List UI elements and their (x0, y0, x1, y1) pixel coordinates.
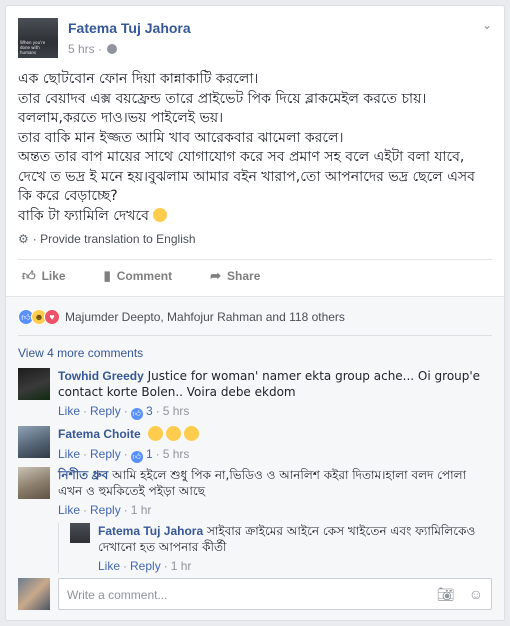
reply-item: Fatema Tuj Jahora সাইবার ক্রাইমের আইনে ক… (70, 523, 492, 577)
commenter-avatar[interactable] (18, 467, 50, 499)
translate-row[interactable]: ⚙ · Provide translation to English (18, 232, 196, 246)
divider (18, 335, 492, 336)
dot-separator: · (32, 232, 41, 246)
commenter-avatar[interactable] (18, 368, 50, 400)
smile-emoji-icon (153, 207, 168, 222)
share-arrow-icon: ➦ (210, 267, 222, 283)
comment-input[interactable]: Write a comment... 📷︎ ☺ (58, 578, 492, 610)
dot-separator: · (83, 404, 88, 418)
like-button[interactable]: 👍︎ Like (18, 260, 70, 291)
comment-body: Fatema Choite (58, 426, 492, 442)
share-label: Share (227, 268, 261, 283)
comment-item: Towhid Greedy Justice for woman' namer e… (18, 368, 492, 424)
reactions-summary[interactable]: 👍︎ ☻ ♥ Majumder Deepto, Mahfojur Rahman … (18, 305, 345, 329)
commenter-name[interactable]: Towhid Greedy (58, 369, 144, 383)
comment-input-placeholder: Write a comment... (67, 588, 168, 602)
dot-separator: · (155, 404, 160, 418)
write-comment-row: Write a comment... 📷︎ ☺ (18, 578, 492, 610)
globe-icon (107, 44, 118, 54)
dot-separator: · (83, 447, 88, 461)
comment-time[interactable]: 1 hr (131, 503, 152, 517)
comment-meta: Like · Reply · 👍︎ 1 · 5 hrs (58, 447, 189, 463)
reply-thread-line (58, 523, 59, 573)
post-line: বললাম,করতে দাও।ভয় পাইলেই ভয়। (18, 110, 224, 126)
post-timestamp[interactable]: 5 hrs · (68, 42, 118, 56)
comment-time[interactable]: 1 hr (171, 559, 192, 573)
laughing-emoji-icon (165, 426, 181, 441)
post-line: কি করে বেড়াচ্ছে? (18, 188, 118, 204)
author-avatar[interactable]: When you're done with humans (18, 18, 58, 58)
post-header: When you're done with humans Fatema Tuj … (6, 6, 504, 64)
post-line: দেখে ত ভদ্র ই মনে হয়।বুঝলাম আমার বইন খা… (18, 168, 475, 185)
comment-input-icons: 📷︎ ☺ (423, 586, 483, 603)
dot-separator: · (123, 404, 128, 418)
comment-button[interactable]: ▮ Comment (100, 260, 177, 291)
post-author-name[interactable]: Fatema Tuj Jahora (68, 20, 191, 36)
dot-separator: · (98, 42, 106, 56)
comment-like-link[interactable]: Like (58, 447, 80, 461)
share-button[interactable]: ➦ Share (206, 260, 264, 291)
like-count[interactable]: 3 (146, 404, 153, 418)
commenter-avatar[interactable] (18, 426, 50, 458)
laughing-emoji-icon (183, 426, 199, 441)
camera-icon[interactable]: 📷︎ (437, 586, 455, 602)
like-count[interactable]: 1 (146, 447, 153, 461)
post-time[interactable]: 5 hrs (68, 42, 95, 56)
comment-reply-link[interactable]: Reply (90, 447, 121, 461)
post-body: এক ছোটবোন ফোন দিয়া কান্নাকাটি করলো। তার… (18, 70, 493, 226)
comment-item: নিশীত ধ্রুব আমি হইলে শুধু পিক না,ভিডিও ও… (18, 467, 492, 521)
gear-icon: ⚙ (18, 232, 29, 246)
comment-reply-link[interactable]: Reply (130, 559, 161, 573)
comment-reply-link[interactable]: Reply (90, 404, 121, 418)
dot-separator: · (123, 503, 128, 517)
comment-item: Fatema Choite Like · Reply · 👍︎ 1 · 5 hrs (18, 426, 492, 466)
view-more-comments-link[interactable]: View 4 more comments (18, 346, 143, 360)
comment-meta: Like · Reply · 👍︎ 3 · 5 hrs (58, 404, 189, 420)
comments-section: 👍︎ ☻ ♥ Majumder Deepto, Mahfojur Rahman … (6, 296, 504, 620)
dot-separator: · (163, 559, 168, 573)
comment-icon: ▮ (103, 267, 111, 283)
commenter-name[interactable]: Fatema Choite (58, 427, 141, 441)
post-line: অন্তত তার বাপ মায়ের সাথে যোগাযোগ করে সব… (18, 149, 465, 165)
comment-meta: Like · Reply · 1 hr (58, 503, 151, 517)
post-actions: 👍︎ Like ▮ Comment ➦ Share (18, 259, 492, 291)
like-label: Like (41, 268, 66, 283)
comment-text: আমি হইলে শুধু পিক না,ভিডিও ও আনলিশ কইরা … (58, 468, 467, 498)
dot-separator: · (123, 559, 128, 573)
translate-link[interactable]: Provide translation to English (40, 232, 195, 246)
post-line: তার বেয়াদব এক্স বয়ফ্রেন্ড তারে প্রাইভে… (18, 90, 427, 107)
post-line: এক ছোটবোন ফোন দিয়া কান্নাকাটি করলো। (18, 71, 259, 87)
comment-time[interactable]: 5 hrs (163, 447, 190, 461)
laughing-emoji-icon (147, 426, 163, 441)
commenter-name[interactable]: নিশীত ধ্রুব (58, 468, 108, 482)
comment-body: Towhid Greedy Justice for woman' namer e… (58, 368, 492, 400)
dot-separator: · (155, 447, 160, 461)
avatar-caption: When you're done with humans (20, 40, 46, 55)
comment-like-link[interactable]: Like (58, 404, 80, 418)
like-count-icon: 👍︎ (130, 451, 143, 463)
chevron-down-icon[interactable]: ⌄ (482, 18, 492, 32)
dot-separator: · (83, 503, 88, 517)
current-user-avatar (18, 578, 50, 610)
comment-like-link[interactable]: Like (58, 503, 80, 517)
thumbs-up-icon: 👍︎ (22, 267, 36, 283)
post-line: তার বাকি মান ইজ্জত আমি খাব আরেকবার ঝামেল… (18, 129, 344, 146)
comment-reply-link[interactable]: Reply (90, 503, 121, 517)
comment-label: Comment (116, 268, 173, 283)
commenter-avatar[interactable] (70, 523, 90, 543)
emoji-icon[interactable]: ☺ (469, 586, 483, 602)
comment-meta: Like · Reply · 1 hr (98, 559, 191, 573)
reactions-text[interactable]: Majumder Deepto, Mahfojur Rahman and 118… (65, 310, 345, 324)
post-line: বাকি টা ফ্যামিলি দেখবে (18, 207, 149, 224)
like-count-icon: 👍︎ (130, 408, 143, 420)
love-reaction-icon: ♥ (44, 309, 60, 325)
comment-body: Fatema Tuj Jahora সাইবার ক্রাইমের আইনে ক… (98, 523, 492, 555)
comment-time[interactable]: 5 hrs (163, 404, 190, 418)
post-card: When you're done with humans Fatema Tuj … (5, 5, 505, 621)
commenter-name[interactable]: Fatema Tuj Jahora (98, 524, 203, 538)
comment-like-link[interactable]: Like (98, 559, 120, 573)
comment-body: নিশীত ধ্রুব আমি হইলে শুধু পিক না,ভিডিও ও… (58, 467, 492, 499)
post-line-last: বাকি টা ফ্যামিলি দেখবে (18, 207, 493, 227)
dot-separator: · (123, 447, 128, 461)
